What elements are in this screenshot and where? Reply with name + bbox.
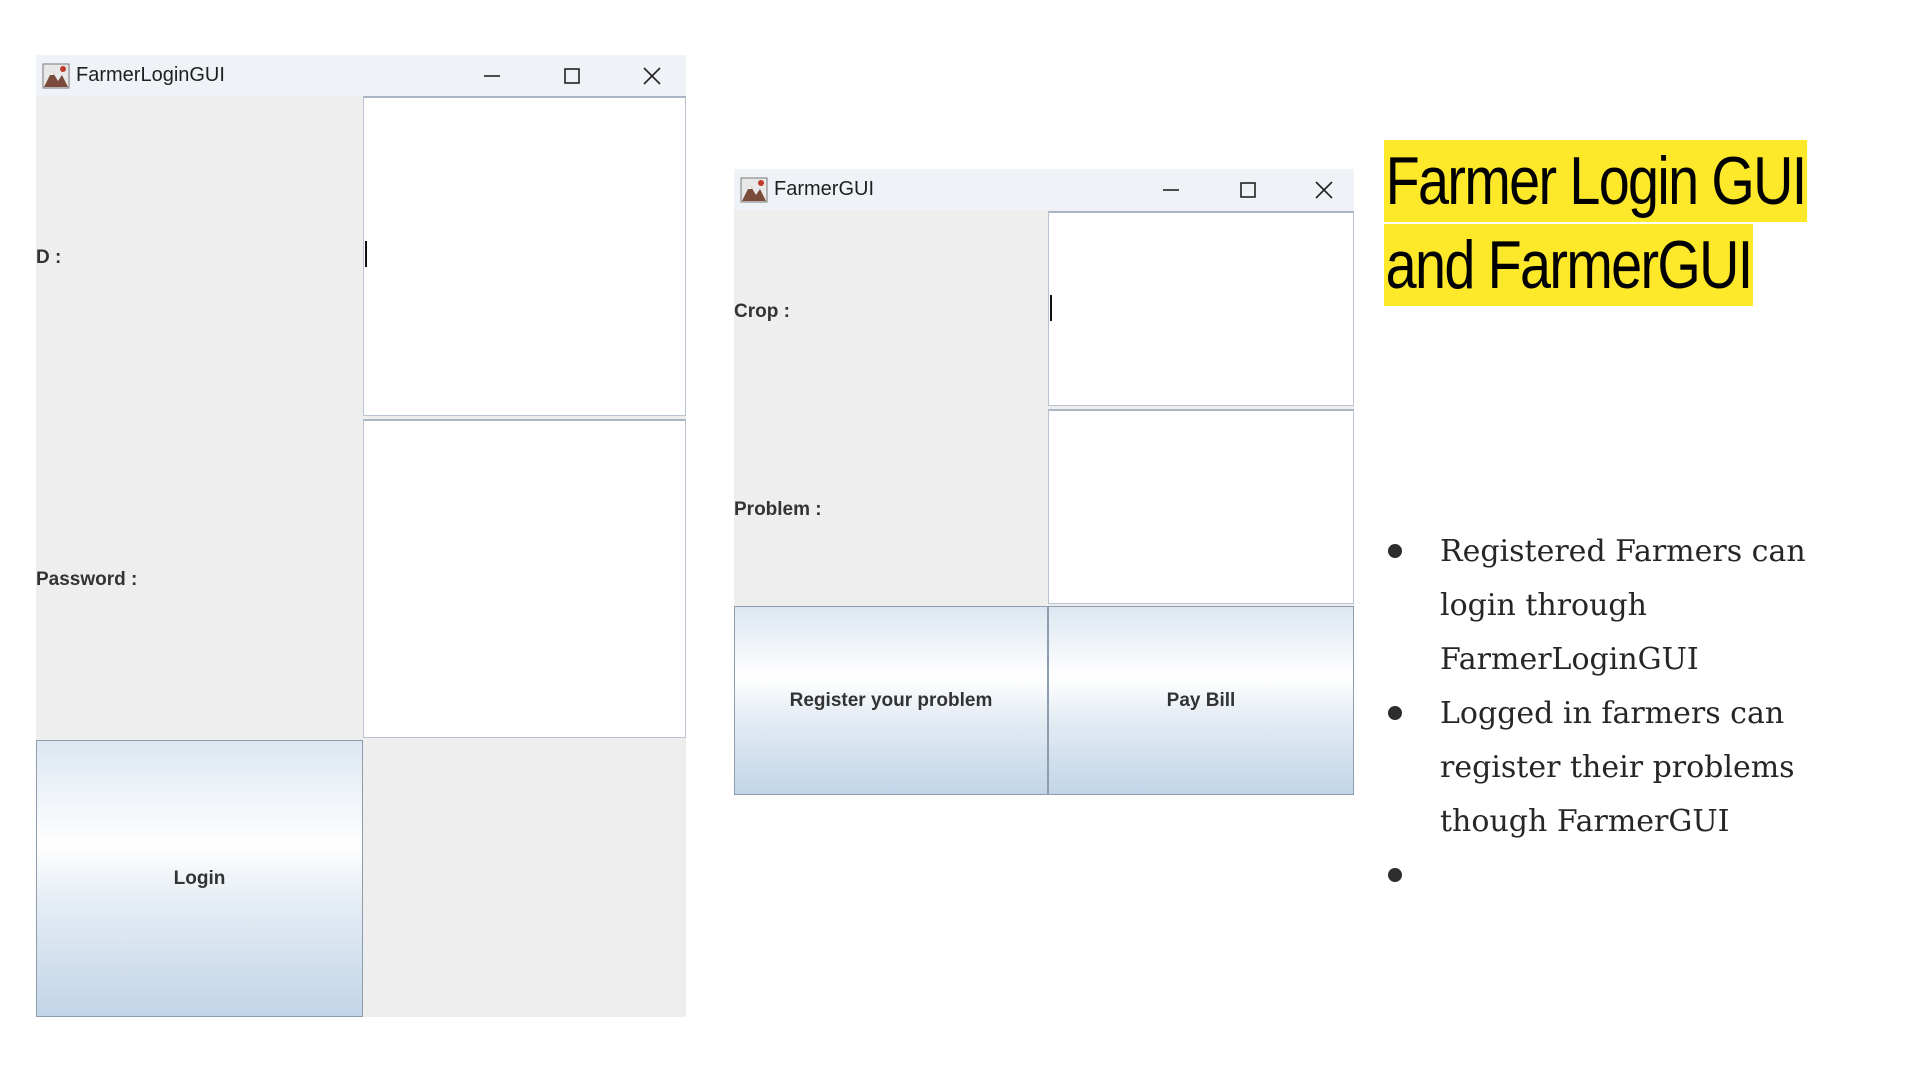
- maximize-icon: [1240, 181, 1256, 198]
- empty-cell: [363, 740, 686, 1017]
- farmer-close-button[interactable]: [1294, 169, 1354, 210]
- pay-bill-button[interactable]: Pay Bill: [1048, 606, 1354, 795]
- close-icon: [643, 66, 661, 85]
- login-button[interactable]: Login: [36, 740, 363, 1017]
- farmer-minimize-button[interactable]: [1141, 169, 1201, 210]
- bullet-dot-icon: [1388, 706, 1402, 720]
- farmer-window-title: FarmerGUI: [774, 178, 874, 200]
- password-label: Password :: [36, 569, 138, 590]
- problem-label-cell: Problem :: [734, 408, 1048, 606]
- bullet-text: Registered Farmers can login through Far…: [1440, 534, 1806, 677]
- login-window-titlebar[interactable]: FarmerLoginGUI: [36, 55, 686, 96]
- bullet-text: Logged in farmers can register their pro…: [1440, 696, 1795, 839]
- bullet-dot-icon: [1388, 544, 1402, 558]
- slide-title: Farmer Login GUI and FarmerGUI: [1384, 140, 1900, 308]
- password-label-cell: Password :: [36, 418, 363, 740]
- text-caret: [365, 241, 367, 267]
- text-caret: [1050, 295, 1052, 321]
- problem-input[interactable]: [1048, 409, 1354, 604]
- register-problem-button[interactable]: Register your problem: [734, 606, 1048, 795]
- minimize-icon: [1163, 188, 1179, 191]
- login-maximize-button[interactable]: [542, 55, 602, 96]
- close-icon: [1315, 180, 1333, 199]
- crop-input[interactable]: [1048, 211, 1354, 406]
- slide-title-line-2: and FarmerGUI: [1384, 224, 1753, 306]
- password-input[interactable]: [363, 419, 686, 738]
- farmer-window-titlebar[interactable]: FarmerGUI: [734, 169, 1354, 210]
- login-minimize-button[interactable]: [462, 55, 522, 96]
- id-label: D :: [36, 247, 62, 268]
- minimize-icon: [484, 74, 500, 77]
- bullet-item: Registered Farmers can login through Far…: [1384, 525, 1844, 687]
- login-window-title: FarmerLoginGUI: [76, 64, 225, 86]
- farmer-maximize-button[interactable]: [1218, 169, 1278, 210]
- id-label-cell: D :: [36, 96, 363, 418]
- slide-title-line-1: Farmer Login GUI: [1384, 140, 1807, 222]
- farmer-window: FarmerGUI Crop : Problem : Register your…: [734, 169, 1354, 795]
- bullet-item: Logged in farmers can register their pro…: [1384, 687, 1844, 849]
- bullet-dot-icon: [1388, 868, 1402, 882]
- id-input[interactable]: [363, 96, 686, 416]
- crop-label-cell: Crop :: [734, 210, 1048, 408]
- login-close-button[interactable]: [622, 55, 682, 96]
- bullet-item: [1384, 849, 1844, 903]
- problem-label: Problem :: [734, 499, 822, 520]
- crop-label: Crop :: [734, 301, 790, 322]
- maximize-icon: [564, 67, 580, 84]
- java-app-icon: [740, 177, 768, 202]
- farmer-login-window: FarmerLoginGUI D : Password : Login: [36, 55, 686, 1017]
- java-app-icon: [42, 63, 70, 88]
- bullet-list: Registered Farmers can login through Far…: [1384, 525, 1844, 903]
